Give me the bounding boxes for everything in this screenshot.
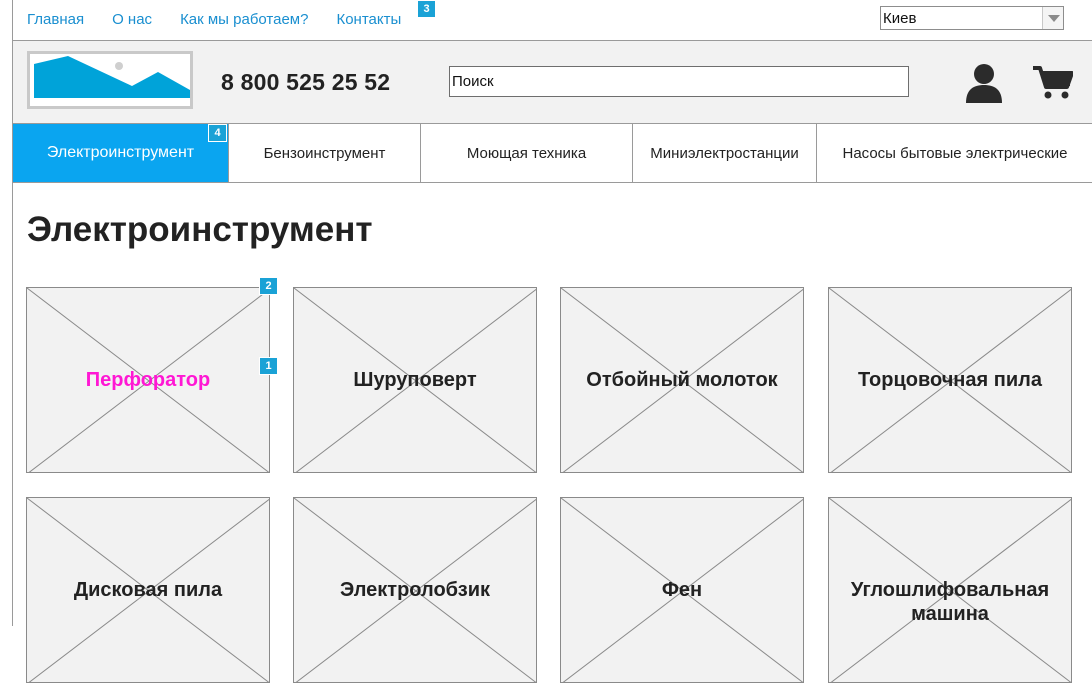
annotation-badge-4: 4 [208, 124, 227, 142]
product-card-label: Дисковая пила [73, 579, 223, 601]
product-card-label: Перфоратор [85, 369, 211, 391]
product-card-label: Шуруповерт [353, 369, 477, 391]
annotation-badge-3: 3 [417, 0, 436, 18]
page-title: Электроинструмент [27, 210, 373, 249]
category-tabs: Электроинструмент Бензоинструмент Моющая… [13, 124, 1092, 183]
annotation-badge-2: 2 [259, 277, 278, 295]
product-card-jigsaw[interactable]: Электролобзик [293, 497, 537, 683]
nav-link-contacts[interactable]: Контакты [336, 11, 401, 28]
product-card-label: Торцовочная пила [858, 369, 1042, 391]
nav-link-about[interactable]: О нас [112, 11, 152, 28]
logo-image-placeholder[interactable] [27, 51, 193, 109]
product-card-angle-grinder[interactable]: Углошлифовальная машина [828, 497, 1072, 683]
product-card-label: Фен [661, 579, 703, 601]
product-card-miter-saw[interactable]: Торцовочная пила [828, 287, 1072, 473]
nav-link-home[interactable]: Главная [27, 11, 84, 28]
tab-washing-equipment[interactable]: Моющая техника [421, 124, 633, 182]
tab-mini-power-stations[interactable]: Миниэлектростанции [633, 124, 817, 182]
annotation-badge-1: 1 [259, 357, 278, 375]
city-select-value: Киев [883, 10, 917, 27]
product-card-label: Углошлифовальная машина [850, 579, 1050, 625]
image-placeholder-icon [30, 54, 190, 106]
product-card-circular-saw[interactable]: Дисковая пила [26, 497, 270, 683]
phone-number: 8 800 525 25 52 [221, 69, 391, 95]
tab-electric-tools[interactable]: Электроинструмент [13, 124, 229, 182]
nav-link-how-we-work[interactable]: Как мы работаем? [180, 11, 308, 28]
product-card-jackhammer[interactable]: Отбойный молоток [560, 287, 804, 473]
site-header: 8 800 525 25 52 [13, 41, 1092, 124]
user-account-icon[interactable] [965, 63, 1003, 103]
top-links: Главная О нас Как мы работаем? Контакты [27, 11, 429, 28]
tab-household-pumps[interactable]: Насосы бытовые электрические [817, 124, 1092, 182]
page-frame: Главная О нас Как мы работаем? Контакты … [12, 0, 1092, 683]
product-card-perforator[interactable]: Перфоратор [26, 287, 270, 473]
product-card-screwdriver[interactable]: Шуруповерт [293, 287, 537, 473]
shopping-cart-icon[interactable] [1033, 65, 1073, 101]
product-card-heat-gun[interactable]: Фен [560, 497, 804, 683]
search-input[interactable] [449, 66, 909, 97]
product-card-label: Отбойный молоток [586, 369, 778, 391]
city-select[interactable]: Киев [880, 6, 1064, 30]
chevron-down-icon[interactable] [1042, 7, 1063, 29]
tab-petrol-tools[interactable]: Бензоинструмент [229, 124, 421, 182]
top-navigation: Главная О нас Как мы работаем? Контакты … [13, 0, 1092, 41]
product-card-label: Электролобзик [339, 579, 491, 601]
